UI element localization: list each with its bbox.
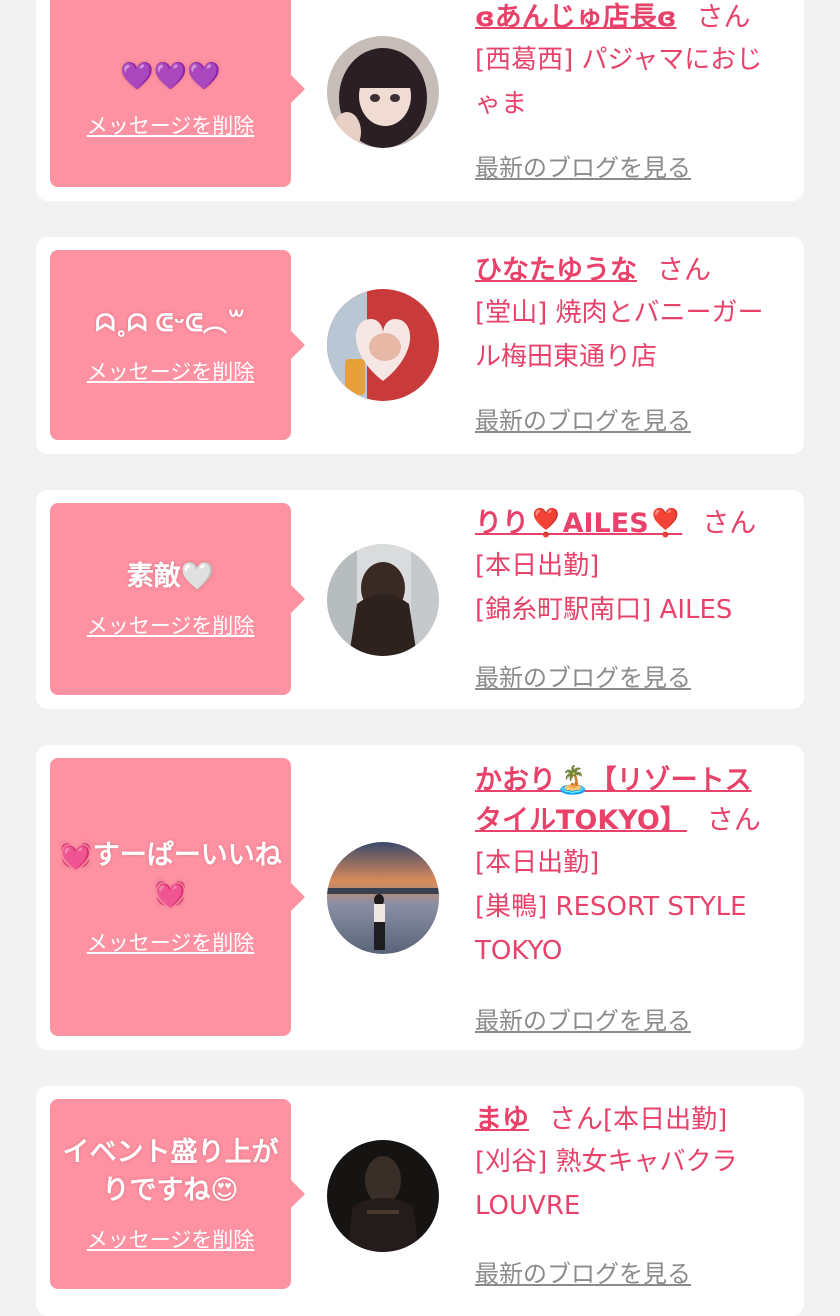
shop-detail: [西葛西] パジャマにおじ [475, 45, 763, 75]
latest-blog-link[interactable]: 最新のブログを見る [475, 1254, 691, 1289]
cast-name-line: タイルTOKYO】 さん [475, 801, 795, 841]
cast-info: かおり🏝️【リゾートス タイルTOKYO】 さん [本日出勤] [巣鴨] RESO… [475, 761, 795, 973]
message-bubble: 💜💜💜 メッセージを削除 [50, 0, 305, 187]
message-bubble: ᗣ˳ᗣ ᕳᵕᕳ︵꒳ メッセージを削除 [50, 250, 305, 440]
message-bubble: 💓すーぱーいいね 💓 メッセージを削除 [50, 758, 305, 1036]
shop-detail: ゃま [475, 89, 528, 119]
latest-blog-link[interactable]: 最新のブログを見る [475, 1001, 691, 1036]
message-text: りですね😍 [102, 1175, 239, 1206]
shop-detail: ル梅田東通り店 [475, 342, 658, 372]
message-card: イベント盛り上が りですね😍 メッセージを削除 まゆ さん[本日出勤] [刈谷] … [36, 1086, 804, 1316]
message-card: 素敵🤍 メッセージを削除 りり❣️AILES❣️ さん [本日出勤] [錦糸町駅南… [36, 490, 804, 709]
cast-name-link[interactable]: ɞあんじゅ店長ɞ [475, 2, 677, 33]
honorific: さん [549, 1104, 603, 1135]
message-text: 💓 [153, 878, 188, 909]
shop-detail: [巣鴨] RESORT STYLE [475, 892, 747, 922]
message-text: イベント盛り上が [62, 1137, 279, 1168]
cast-name-link[interactable]: かおり🏝️【リゾートス [475, 765, 752, 796]
message-text: 素敵🤍 [126, 561, 215, 592]
shop-detail: [本日出勤] [603, 1105, 728, 1135]
avatar[interactable] [327, 842, 439, 954]
honorific: さん [706, 805, 761, 836]
avatar[interactable] [327, 36, 439, 148]
honorific: さん [696, 2, 751, 33]
message-card: ᗣ˳ᗣ ᕳᵕᕳ︵꒳ メッセージを削除 ひなたゆうな さん [堂山] 焼肉とバニーガ… [36, 237, 804, 454]
message-text: 💜💜💜 [120, 60, 221, 92]
honorific: さん [702, 508, 757, 539]
message-list: 💜💜💜 メッセージを削除 ɞあんじゅ店長ɞ さん [西葛西] パジャマにおじ ゃま… [0, 0, 840, 1316]
shop-detail: [刈谷] 熟女キャバクラ [475, 1147, 738, 1177]
delete-message-link[interactable]: メッセージを削除 [87, 610, 255, 640]
shop-detail: [錦糸町駅南口] AILES [475, 595, 733, 625]
cast-name-link[interactable]: タイルTOKYO】 [475, 805, 687, 836]
shop-detail: [堂山] 焼肉とバニーガー [475, 298, 764, 328]
latest-blog-link[interactable]: 最新のブログを見る [475, 401, 691, 436]
cast-info: ひなたゆうな さん [堂山] 焼肉とバニーガー ル梅田東通り店 [475, 251, 795, 379]
shop-detail: [本日出勤] [475, 848, 600, 878]
latest-blog-link[interactable]: 最新のブログを見る [475, 658, 691, 693]
delete-message-link[interactable]: メッセージを削除 [87, 110, 255, 140]
cast-name-link[interactable]: ひなたゆうな [475, 255, 637, 286]
cast-info: まゆ さん[本日出勤] [刈谷] 熟女キャバクラ LOUVRE [475, 1100, 795, 1228]
message-card: 💜💜💜 メッセージを削除 ɞあんじゅ店長ɞ さん [西葛西] パジャマにおじ ゃま… [36, 0, 804, 201]
cast-name-link[interactable]: りり❣️AILES❣️ [475, 508, 682, 539]
cast-info: ɞあんじゅ店長ɞ さん [西葛西] パジャマにおじ ゃま [475, 0, 795, 126]
delete-message-link[interactable]: メッセージを削除 [87, 1224, 255, 1254]
avatar[interactable] [327, 289, 439, 401]
shop-detail: TOKYO [475, 936, 563, 966]
shop-detail: [本日出勤] [475, 551, 600, 581]
message-text: 💓すーぱーいいね [59, 840, 282, 871]
latest-blog-link[interactable]: 最新のブログを見る [475, 148, 691, 183]
avatar[interactable] [327, 544, 439, 656]
delete-message-link[interactable]: メッセージを削除 [87, 927, 255, 957]
message-bubble: イベント盛り上が りですね😍 メッセージを削除 [50, 1099, 305, 1289]
shop-detail: LOUVRE [475, 1191, 581, 1221]
cast-name-line: かおり🏝️【リゾートス [475, 761, 795, 801]
message-bubble: 素敵🤍 メッセージを削除 [50, 503, 305, 695]
honorific: さん [657, 255, 711, 286]
message-card: 💓すーぱーいいね 💓 メッセージを削除 かおり🏝️【リゾートス タイルTOKYO… [36, 745, 804, 1050]
delete-message-link[interactable]: メッセージを削除 [87, 356, 255, 386]
avatar[interactable] [327, 1140, 439, 1252]
cast-name-link[interactable]: まゆ [475, 1104, 529, 1135]
message-text: ᗣ˳ᗣ ᕳᵕᕳ︵꒳ [95, 309, 246, 337]
cast-info: りり❣️AILES❣️ さん [本日出勤] [錦糸町駅南口] AILES [475, 504, 795, 632]
